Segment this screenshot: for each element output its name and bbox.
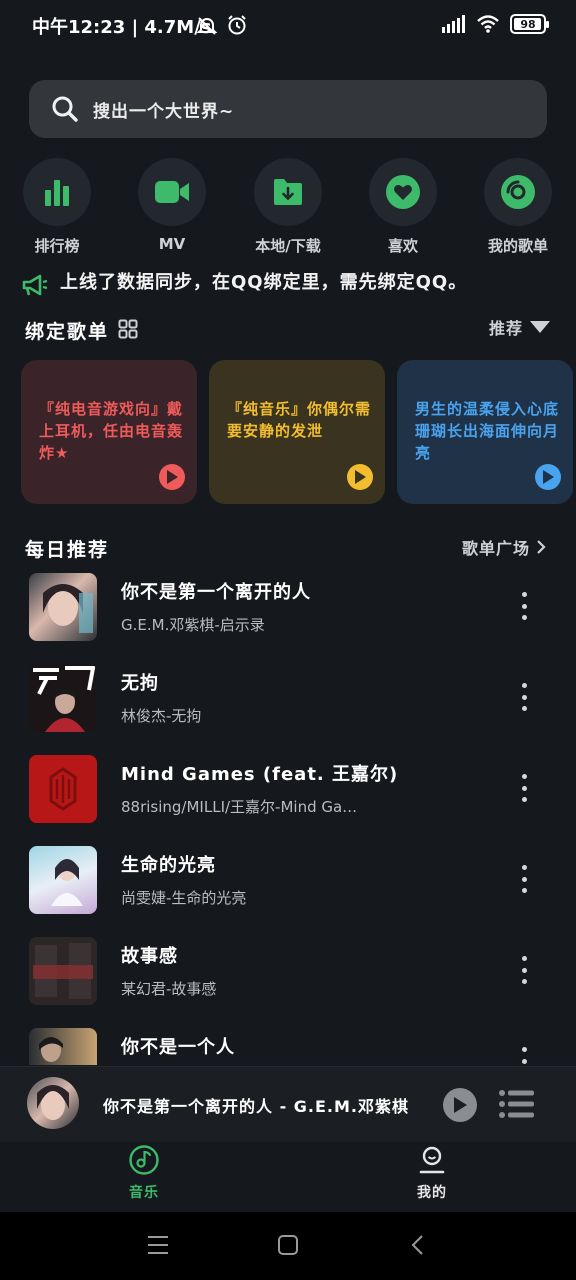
playlist-card-title: 『纯电音游戏向』戴上耳机，任由电音轰炸★ (39, 400, 184, 462)
list-item[interactable]: 故事感 某幻君-故事感 (0, 934, 576, 1024)
system-nav-bar (0, 1212, 576, 1280)
quick-nav-label: MV (158, 235, 186, 253)
video-camera-icon (155, 181, 189, 203)
alarm-icon (228, 15, 246, 35)
home-icon[interactable] (277, 1234, 299, 1256)
playlist-square-label: 歌单广场 (462, 539, 531, 558)
quick-nav-label: 排行榜 (34, 237, 80, 255)
play-icon (454, 1097, 467, 1113)
quick-nav-favorites[interactable]: 喜欢 (353, 158, 453, 256)
chart-bars-icon (45, 180, 69, 206)
song-title: 你不是第一个离开的人 (121, 582, 311, 603)
playlist-card-title: 男生的温柔侵入心底 珊瑚长出海面伸向月亮 (415, 400, 560, 462)
chevron-right-icon (537, 540, 546, 554)
list-item[interactable]: Mind Games (feat. 王嘉尔) 88rising/MILLI/王嘉… (0, 752, 576, 842)
megaphone-icon (22, 274, 48, 296)
playlist-square-link[interactable]: 歌单广场 (462, 535, 546, 559)
list-item[interactable]: 无拘 林俊杰-无拘 (0, 661, 576, 751)
search-placeholder: 搜出一个大世界~ (93, 101, 235, 122)
tab-label: 音乐 (129, 1185, 159, 1201)
song-title: 故事感 (121, 946, 178, 967)
play-icon[interactable] (347, 464, 373, 490)
notice-text: 上线了数据同步，在QQ绑定里，需先绑定QQ。 (60, 272, 468, 293)
playlist-card-title: 『纯音乐』你偶尔需要安静的发泄 (227, 400, 372, 440)
menu-icon[interactable] (147, 1234, 169, 1256)
song-cover (29, 937, 97, 1005)
song-title: 无拘 (121, 673, 159, 694)
daily-title: 每日推荐 (25, 539, 110, 561)
heart-icon (386, 175, 420, 209)
playlist-queue-icon[interactable] (498, 1089, 534, 1119)
quick-nav-label: 我的歌单 (487, 237, 548, 255)
quick-nav: 排行榜 MV 本地/下载 喜欢 我的歌单 (0, 158, 576, 258)
playlist-card[interactable]: 男生的温柔侵入心底 珊瑚长出海面伸向月亮 (397, 360, 573, 504)
quick-nav-mv[interactable]: MV (122, 158, 222, 253)
song-title: 你不是一个人 (121, 1037, 235, 1058)
quick-nav-local-download[interactable]: 本地/下载 (238, 158, 338, 256)
notice-marquee: 上线了数据同步，在QQ绑定里，需先绑定QQ。 (22, 266, 562, 306)
list-item[interactable]: 你不是第一个离开的人 G.E.M.邓紫棋-启示录 (0, 570, 576, 660)
playlist-card[interactable]: 『纯音乐』你偶尔需要安静的发泄 (209, 360, 385, 504)
song-artist: 尚雯婕-生命的光亮 (121, 889, 247, 907)
signal-icon (442, 15, 465, 33)
more-options-icon[interactable] (512, 952, 536, 988)
sort-dropdown[interactable]: 推荐 (489, 315, 551, 339)
play-icon[interactable] (159, 464, 185, 490)
status-time: 中午12:23 | 4.7M/s (32, 17, 212, 38)
music-disc-icon (129, 1145, 159, 1175)
playlist-cards: 『纯电音游戏向』戴上耳机，任由电音轰炸★ 『纯音乐』你偶尔需要安静的发泄 男生的… (0, 360, 576, 506)
song-artist: 88rising/MILLI/王嘉尔-Mind Ga… (121, 798, 358, 816)
song-list: 你不是第一个离开的人 G.E.M.邓紫棋-启示录 无拘 林俊杰-无拘 Mind … (0, 570, 576, 1065)
battery-level: 98 (520, 17, 536, 31)
tab-mine[interactable]: 我的 (382, 1144, 482, 1202)
more-options-icon[interactable] (512, 588, 536, 624)
song-artist: G.E.M.邓紫棋-启示录 (121, 616, 265, 634)
tab-music[interactable]: 音乐 (94, 1144, 194, 1202)
bottom-tab-bar: 音乐 我的 (0, 1142, 576, 1212)
mute-bell-icon (196, 17, 218, 35)
song-cover (29, 573, 97, 641)
bound-playlists-title: 绑定歌单 (25, 321, 110, 343)
play-button[interactable] (443, 1088, 477, 1122)
quick-nav-my-playlists[interactable]: 我的歌单 (468, 158, 568, 256)
song-artist: 林俊杰-无拘 (121, 707, 202, 725)
search-bar[interactable]: 搜出一个大世界~ (29, 80, 547, 138)
back-icon[interactable] (410, 1234, 426, 1256)
song-title: 生命的光亮 (121, 855, 216, 876)
list-item[interactable]: 生命的光亮 尚雯婕-生命的光亮 (0, 843, 576, 933)
song-cover (29, 1028, 97, 1065)
grid-icon[interactable] (118, 319, 138, 339)
user-icon (419, 1146, 445, 1174)
list-item[interactable]: 你不是一个人 (0, 1025, 576, 1065)
quick-nav-label: 本地/下载 (255, 237, 321, 255)
song-cover (29, 664, 97, 732)
disc-icon (501, 175, 535, 209)
player-cover (27, 1077, 79, 1129)
search-icon (52, 96, 78, 122)
song-cover (29, 755, 97, 823)
caret-down-icon (530, 321, 551, 333)
mini-player[interactable]: 你不是第一个离开的人 - G.E.M.邓紫棋 (0, 1066, 576, 1142)
wifi-icon (477, 15, 499, 33)
battery-indicator: 98 (510, 14, 549, 34)
tab-label: 我的 (417, 1185, 447, 1201)
quick-nav-charts[interactable]: 排行榜 (7, 158, 107, 256)
more-options-icon[interactable] (512, 679, 536, 715)
play-icon[interactable] (535, 464, 561, 490)
more-options-icon[interactable] (512, 1043, 536, 1065)
now-playing-title: 你不是第一个离开的人 - G.E.M.邓紫棋 (103, 1097, 410, 1116)
more-options-icon[interactable] (512, 770, 536, 806)
playlist-card[interactable]: 『纯电音游戏向』戴上耳机，任由电音轰炸★ (21, 360, 197, 504)
sort-label: 推荐 (489, 319, 524, 338)
folder-download-icon (274, 179, 302, 205)
more-options-icon[interactable] (512, 861, 536, 897)
song-cover (29, 846, 97, 914)
song-artist: 某幻君-故事感 (121, 980, 217, 998)
status-bar: 中午12:23 | 4.7M/s 98 (0, 0, 576, 52)
song-title: Mind Games (feat. 王嘉尔) (121, 764, 399, 785)
quick-nav-label: 喜欢 (387, 237, 418, 255)
